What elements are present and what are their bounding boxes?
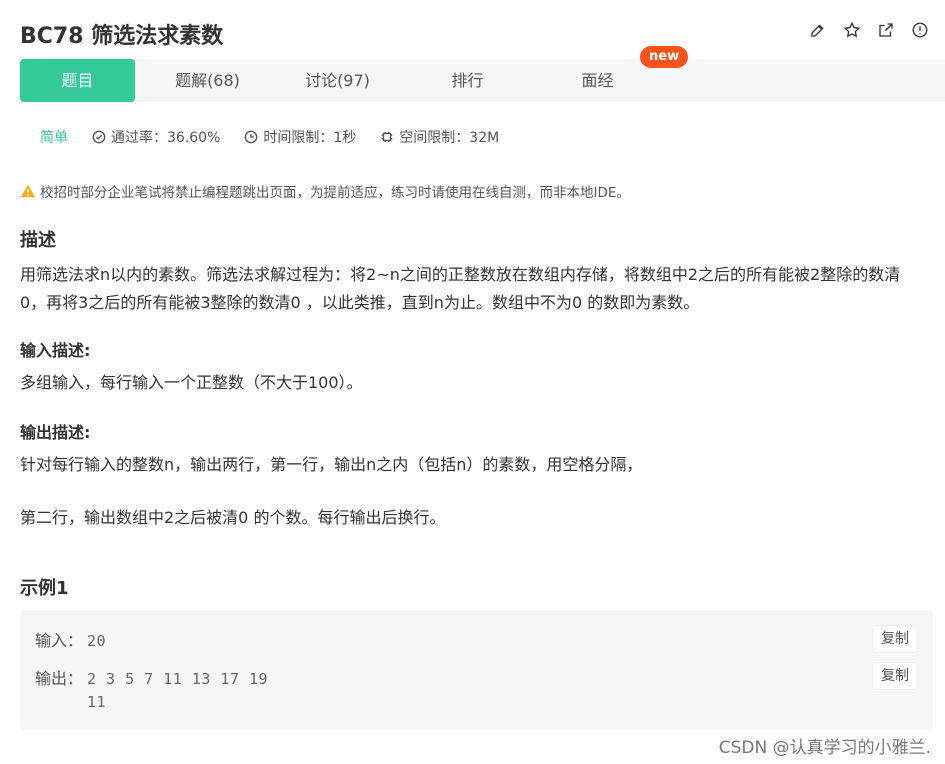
- problem-title: BC78 筛选法求素数: [20, 24, 224, 49]
- new-badge: new: [640, 46, 689, 68]
- share-icon[interactable]: [876, 20, 896, 40]
- tab-discussion[interactable]: 讨论(97): [280, 59, 395, 102]
- example-output-line2: 11: [87, 693, 107, 711]
- output-desc-heading: 输出描述:: [20, 423, 91, 442]
- space-limit-text: 空间限制：32M: [399, 130, 500, 146]
- example-input-row: 输入： 20: [35, 627, 106, 651]
- difficulty-label: 简单: [40, 130, 68, 146]
- star-icon[interactable]: [842, 20, 862, 40]
- example-output-row: 输出： 2 3 5 7 11 13 17 19: [35, 665, 268, 689]
- input-desc-text: 多组输入，每行输入一个正整数（不大于100）。: [20, 373, 363, 392]
- output-desc-line2: 第二行，输出数组中2之后被清0 的个数。每行输出后换行。: [20, 508, 446, 527]
- tab-problem[interactable]: 题目: [20, 59, 135, 102]
- space-limit: 空间限制：32M: [380, 127, 499, 147]
- tab-interview[interactable]: 面经: [540, 59, 655, 102]
- csdn-watermark: CSDN @认真学习的小雅兰.: [718, 738, 931, 758]
- example-output-row-2: 11: [87, 692, 106, 711]
- example-output-label: 输出：: [35, 669, 84, 688]
- example-box: 输入： 20 复制 输出： 2 3 5 7 11 13 17 19 11 复制: [20, 610, 933, 730]
- pass-rate-text: 通过率：36.60%: [111, 130, 221, 146]
- description-text: 用筛选法求n以内的素数。筛选法求解过程为：将2~n之间的正整数放在数组内存储，将…: [20, 265, 901, 312]
- example-heading: 示例1: [20, 578, 69, 599]
- copy-input-button[interactable]: 复制: [872, 625, 918, 653]
- example-input-value: 20: [87, 632, 107, 650]
- problem-header: BC78 筛选法求素数: [20, 16, 930, 50]
- chip-icon: [382, 131, 393, 143]
- tab-solutions[interactable]: 题解(68): [150, 59, 265, 102]
- notice-text: 校招时部分企业笔试将禁止编程题跳出页面，为提前适应，练习时请使用在线自测，而非本…: [40, 185, 630, 201]
- problem-meta: 简单 通过率：36.60% 时间限制：1秒 空间限制：32M: [40, 127, 523, 147]
- header-actions: [808, 20, 930, 40]
- check-circle-icon: [92, 130, 106, 144]
- clock-icon: [245, 130, 258, 144]
- example-output-line1: 2 3 5 7 11 13 17 19: [87, 670, 269, 688]
- warning-icon: [21, 184, 35, 197]
- time-limit: 时间限制：1秒: [244, 127, 356, 147]
- output-desc-line1: 针对每行输入的整数n，输出两行，第一行，输出n之内（包括n）的素数，用空格分隔，: [20, 455, 643, 474]
- time-limit-text: 时间限制：1秒: [263, 130, 357, 146]
- example-input-label: 输入：: [35, 631, 84, 650]
- pass-rate: 通过率：36.60%: [92, 127, 220, 147]
- copy-output-button[interactable]: 复制: [872, 662, 918, 690]
- exam-notice: 校招时部分企业笔试将禁止编程题跳出页面，为提前适应，练习时请使用在线自测，而非本…: [20, 181, 630, 201]
- input-desc-heading: 输入描述:: [20, 341, 91, 360]
- description-heading: 描述: [20, 230, 56, 251]
- tab-ranking[interactable]: 排行: [410, 59, 525, 102]
- report-icon[interactable]: [910, 20, 930, 40]
- problem-tabs: 题目 题解(68) 讨论(97) 排行 面经 new: [20, 46, 945, 102]
- edit-icon[interactable]: [808, 20, 828, 40]
